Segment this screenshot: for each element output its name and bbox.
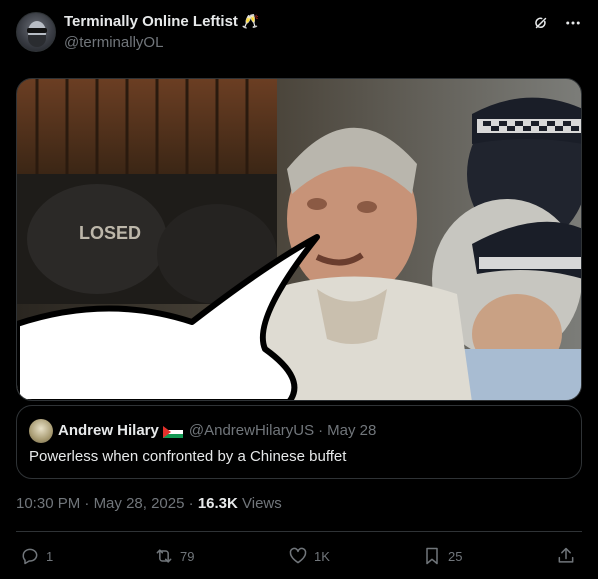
author-avatar[interactable] [16,12,56,52]
meta-separator-2: · [188,495,194,512]
author-name-row: Terminally Online Leftist 🥂 [64,13,259,30]
bookmark-button[interactable]: 25 [422,540,462,572]
post-header: Terminally Online Leftist 🥂 @terminallyO… [16,12,582,56]
quoted-post-text: Powerless when confronted by a Chinese b… [29,448,347,465]
quoted-separator: · [318,422,324,439]
quoted-author-handle: @AndrewHilaryUS [188,422,315,439]
post-date[interactable]: May 28, 2025 [94,495,185,512]
header-icons [532,14,582,32]
quoted-post-header: Andrew Hilary @AndrewHilaryUS · May 28 [58,422,376,439]
author-display-name[interactable]: Terminally Online Leftist [64,13,238,30]
like-count: 1K [314,548,330,564]
reply-count: 1 [46,548,54,564]
bookmark-icon [422,546,442,566]
post-time[interactable]: 10:30 PM [16,495,80,512]
bookmark-count: 25 [448,548,463,564]
quoted-author-avatar [29,419,53,443]
share-icon [556,546,576,566]
like-button[interactable]: 1K [288,540,330,572]
palestine-flag-icon [162,425,183,438]
divider [16,531,582,532]
action-bar: 1 79 1K 25 [16,540,582,572]
author-handle[interactable]: @terminallyOL [64,34,163,51]
repost-icon [154,546,174,566]
views-count[interactable]: 16.3K [198,495,238,512]
media-illustration: LOSED [17,79,581,400]
meta-separator: · [84,495,90,512]
share-button[interactable] [556,540,576,572]
reply-button[interactable]: 1 [20,540,53,572]
more-icon[interactable] [564,14,582,32]
post-meta: 10:30 PM · May 28, 2025 · 16.3K Views [16,495,282,512]
quoted-post-date: May 28 [327,422,377,439]
repost-count: 79 [180,548,195,564]
author-emoji: 🥂 [241,13,260,29]
grok-icon[interactable] [532,14,550,32]
quoted-author-name: Andrew Hilary [58,422,159,439]
avatar-glasses [27,28,47,33]
avatar-beard [28,35,46,47]
views-label: Views [242,495,282,512]
quoted-post[interactable]: Andrew Hilary @AndrewHilaryUS · May 28 P… [16,405,582,479]
post-media-image[interactable]: LOSED [16,78,582,401]
reply-icon [20,546,40,566]
repost-button[interactable]: 79 [154,540,194,572]
media-sign-text: LOSED [79,223,141,243]
heart-icon [288,546,308,566]
